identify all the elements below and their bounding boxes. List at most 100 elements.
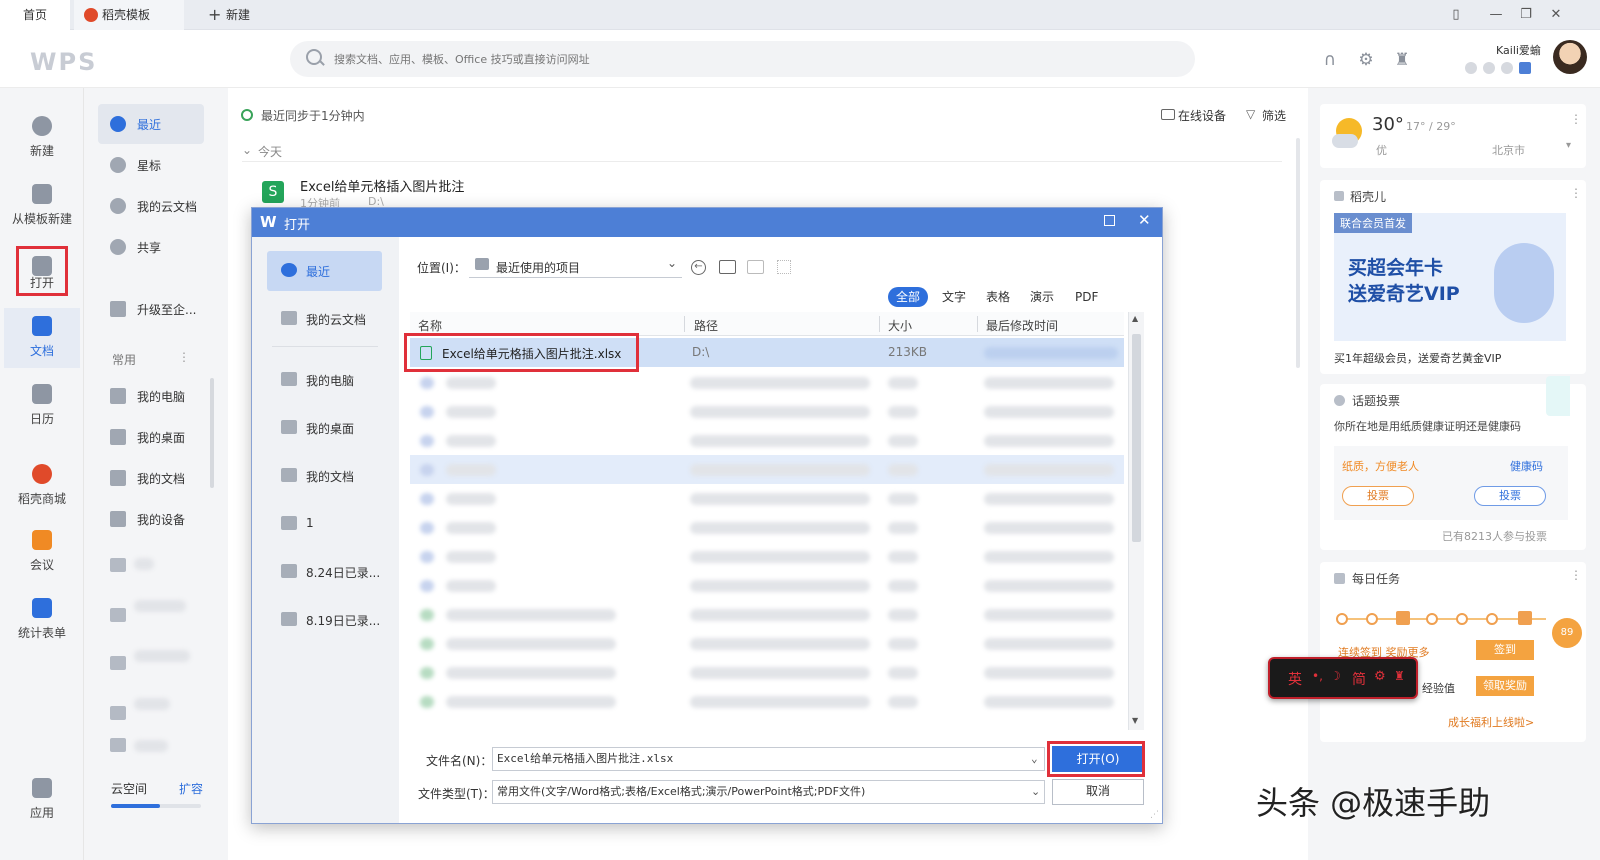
avatar[interactable]: [1553, 40, 1587, 74]
place-recent[interactable]: 最近: [267, 251, 382, 291]
nav-apps[interactable]: 应用: [4, 770, 80, 830]
sidebar-item-devices[interactable]: 我的设备: [98, 499, 204, 539]
ime-mode[interactable]: 简: [1352, 669, 1366, 689]
file-row-blurred[interactable]: [410, 600, 1124, 629]
claim-reward-button[interactable]: 领取奖励: [1476, 676, 1534, 696]
vote-right-button[interactable]: 投票: [1474, 486, 1546, 506]
username[interactable]: Kaili爱蝓: [1496, 42, 1541, 58]
scroll-down-icon[interactable]: ▼: [1132, 716, 1138, 725]
weather-city[interactable]: 北京市: [1492, 142, 1525, 158]
search-input[interactable]: [334, 41, 1174, 77]
online-devices-button[interactable]: 在线设备: [1178, 107, 1226, 124]
location-select[interactable]: 最近使用的项目 ⌄: [469, 254, 682, 278]
more-icon[interactable]: ⋮: [1570, 186, 1582, 200]
filter-button[interactable]: 筛选: [1262, 107, 1286, 124]
sidebar-item-my-pc[interactable]: 我的电脑: [98, 376, 204, 416]
skin-icon[interactable]: ♜: [1392, 50, 1412, 70]
place-folder-1[interactable]: 1: [267, 504, 382, 544]
dialog-titlebar[interactable]: W 打开 ✕: [252, 208, 1162, 237]
sidebar-item-cloud[interactable]: 我的云文档: [98, 186, 204, 226]
skin-icon[interactable]: ♜: [1394, 669, 1405, 683]
nav-meeting[interactable]: 会议: [4, 522, 80, 582]
back-icon[interactable]: ←: [691, 260, 706, 275]
settings-icon[interactable]: ⚙: [1356, 50, 1376, 70]
promo-caption[interactable]: 买1年超级会员，送爱奇艺黄金VIP: [1334, 350, 1501, 366]
tab-home[interactable]: 首页: [0, 0, 70, 30]
float-badge[interactable]: 89: [1552, 618, 1582, 648]
sidebar-item-recent[interactable]: 最近: [98, 104, 204, 144]
file-row-blurred[interactable]: [410, 397, 1124, 426]
expand-link[interactable]: 扩容: [179, 780, 203, 797]
file-list-scrollbar[interactable]: ▲ ▼: [1128, 312, 1144, 730]
sidebar-item-shared[interactable]: 共享: [98, 227, 204, 267]
more-icon[interactable]: ⋮: [178, 350, 190, 364]
search-box[interactable]: [290, 41, 1195, 77]
tab-docer-templates[interactable]: 稻壳模板: [74, 0, 184, 30]
place-my-docs[interactable]: 我的文档: [267, 456, 382, 496]
restore-icon[interactable]: ❐: [1517, 6, 1535, 24]
up-folder-icon[interactable]: [719, 260, 736, 274]
side-widget-icon[interactable]: [1546, 376, 1570, 416]
vote-left-button[interactable]: 投票: [1342, 486, 1414, 506]
column-path[interactable]: 路径: [694, 317, 718, 334]
nav-forms[interactable]: 统计表单: [4, 590, 80, 650]
nav-from-template[interactable]: 从模板新建: [4, 176, 80, 236]
file-row-blurred[interactable]: [410, 571, 1124, 600]
scroll-up-icon[interactable]: ▲: [1132, 314, 1138, 323]
nav-docer-store[interactable]: 稻壳商城: [4, 456, 80, 516]
headset-icon[interactable]: ∩: [1320, 50, 1340, 70]
sidebar-item-desktop[interactable]: 我的桌面: [98, 417, 204, 457]
file-row-blurred[interactable]: [410, 513, 1124, 542]
filetype-select[interactable]: 常用文件(文字/Word格式;表格/Excel格式;演示/PowerPoint格…: [492, 780, 1045, 804]
city-dropdown-icon[interactable]: ▾: [1566, 140, 1571, 151]
view-mode-icon[interactable]: [777, 260, 791, 274]
scroll-thumb[interactable]: [1132, 334, 1141, 542]
new-folder-icon[interactable]: [747, 260, 764, 274]
place-folder-824[interactable]: 8.24日已录...: [267, 552, 382, 592]
window-layout-icon[interactable]: ▯: [1447, 6, 1465, 24]
resize-grip-icon[interactable]: ⋰: [1150, 810, 1159, 820]
filter-tab-sheet[interactable]: 表格: [978, 287, 1018, 307]
file-row-blurred[interactable]: [410, 426, 1124, 455]
sidebar-item-my-docs[interactable]: 我的文档: [98, 458, 204, 498]
file-row-blurred[interactable]: [410, 542, 1124, 571]
recent-file-name[interactable]: Excel给单元格插入图片批注: [300, 176, 464, 195]
filter-tab-slides[interactable]: 演示: [1022, 287, 1062, 307]
sidebar-item-starred[interactable]: 星标: [98, 145, 204, 185]
tab-new[interactable]: + 新建: [200, 0, 280, 30]
filter-tab-text[interactable]: 文字: [934, 287, 974, 307]
filter-tab-all[interactable]: 全部: [888, 287, 929, 307]
file-row-blurred[interactable]: [410, 629, 1124, 658]
column-modified[interactable]: 最后修改时间: [986, 317, 1058, 334]
place-desktop[interactable]: 我的桌面: [267, 408, 382, 448]
place-folder-819[interactable]: 8.19日已录...: [267, 600, 382, 640]
place-cloud[interactable]: 我的云文档: [267, 299, 382, 339]
place-my-pc[interactable]: 我的电脑: [267, 360, 382, 400]
file-row-blurred[interactable]: [410, 368, 1124, 397]
promo-banner[interactable]: 联合会员首发 买超会年卡 送爱奇艺VIP: [1334, 213, 1566, 341]
chevron-down-icon[interactable]: ⌄: [242, 143, 252, 157]
growth-link[interactable]: 成长福利上线啦>: [1448, 714, 1534, 730]
main-scrollbar[interactable]: [1296, 138, 1300, 368]
more-icon[interactable]: ⋮: [1570, 112, 1582, 126]
nav-new[interactable]: 新建: [4, 108, 80, 168]
more-icon[interactable]: ⋮: [1570, 568, 1582, 582]
minimize-icon[interactable]: —: [1487, 6, 1505, 24]
column-name[interactable]: 名称: [418, 317, 442, 334]
moon-icon[interactable]: ☽: [1330, 669, 1341, 683]
file-row-blurred[interactable]: [410, 687, 1124, 716]
ime-lang[interactable]: 英: [1288, 669, 1302, 689]
filename-input[interactable]: Excel给单元格插入图片批注.xlsx ⌄: [492, 747, 1045, 771]
column-size[interactable]: 大小: [888, 317, 912, 334]
cancel-button[interactable]: 取消: [1052, 779, 1144, 805]
ime-toolbar[interactable]: 英 •, ☽ 简 ⚙ ♜: [1268, 657, 1418, 699]
nav-documents[interactable]: 文档: [4, 308, 80, 368]
filter-tab-pdf[interactable]: PDF: [1067, 287, 1106, 307]
punctuation-icon[interactable]: •,: [1312, 669, 1323, 683]
sidebar-item-upgrade[interactable]: 升级至企...: [98, 289, 204, 329]
close-icon[interactable]: ✕: [1547, 6, 1565, 24]
close-icon[interactable]: ✕: [1138, 211, 1151, 229]
gear-icon[interactable]: ⚙: [1374, 669, 1386, 684]
sign-in-button[interactable]: 签到: [1476, 640, 1534, 660]
nav-calendar[interactable]: 日历: [4, 376, 80, 436]
